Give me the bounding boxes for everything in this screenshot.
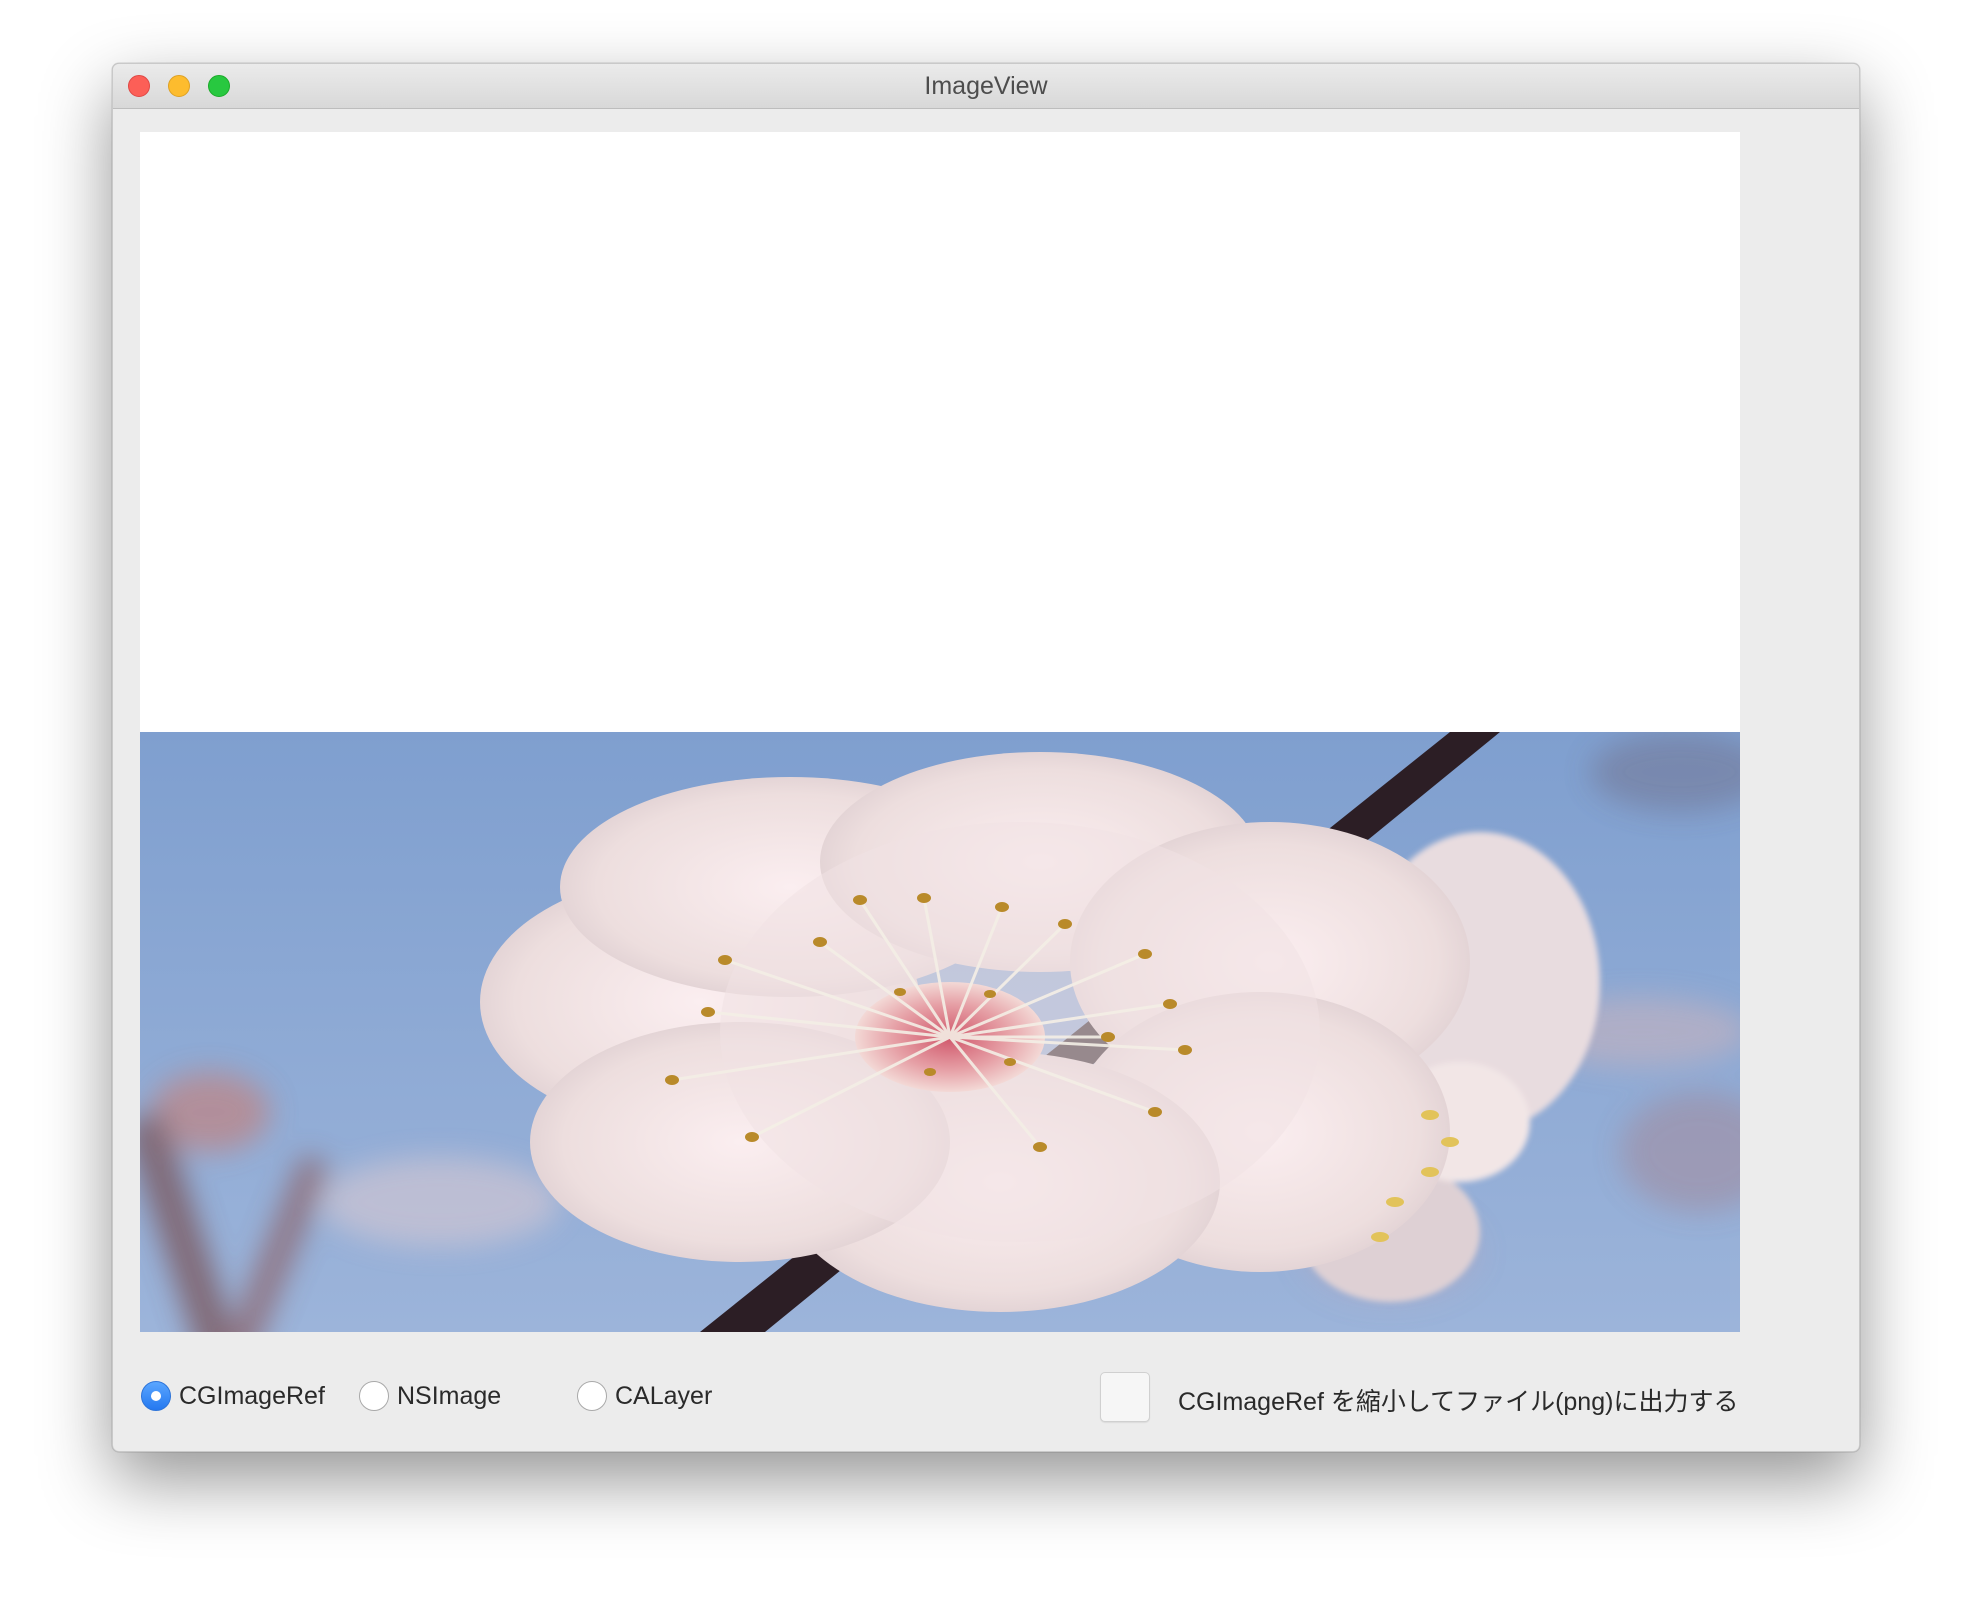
radio-cgimageref[interactable]: CGImageRef xyxy=(141,1380,325,1412)
radio-cgimageref-indicator[interactable] xyxy=(141,1381,171,1411)
radio-calayer-indicator[interactable] xyxy=(577,1381,607,1411)
radio-nsimage-indicator[interactable] xyxy=(359,1381,389,1411)
title-bar[interactable]: ImageView xyxy=(113,64,1859,109)
plum-blossom-photo xyxy=(140,732,1740,1332)
window-title: ImageView xyxy=(924,72,1048,100)
radio-calayer-label[interactable]: CALayer xyxy=(615,1382,712,1411)
radio-cgimageref-label[interactable]: CGImageRef xyxy=(179,1382,325,1411)
export-png-checkbox[interactable] xyxy=(1100,1372,1150,1422)
controls-bar: CGImageRef NSImage CALayer CGImageRef を縮… xyxy=(113,1364,1859,1424)
app-window: ImageView CGImageRef NSImage CALayer CGI… xyxy=(112,63,1860,1452)
radio-nsimage-label[interactable]: NSImage xyxy=(397,1382,501,1411)
radio-nsimage[interactable]: NSImage xyxy=(359,1380,501,1412)
image-view xyxy=(140,132,1740,1332)
export-png-checkbox-label[interactable]: CGImageRef を縮小してファイル(png)に出力する xyxy=(1178,1382,1738,1418)
radio-calayer[interactable]: CALayer xyxy=(577,1380,712,1412)
